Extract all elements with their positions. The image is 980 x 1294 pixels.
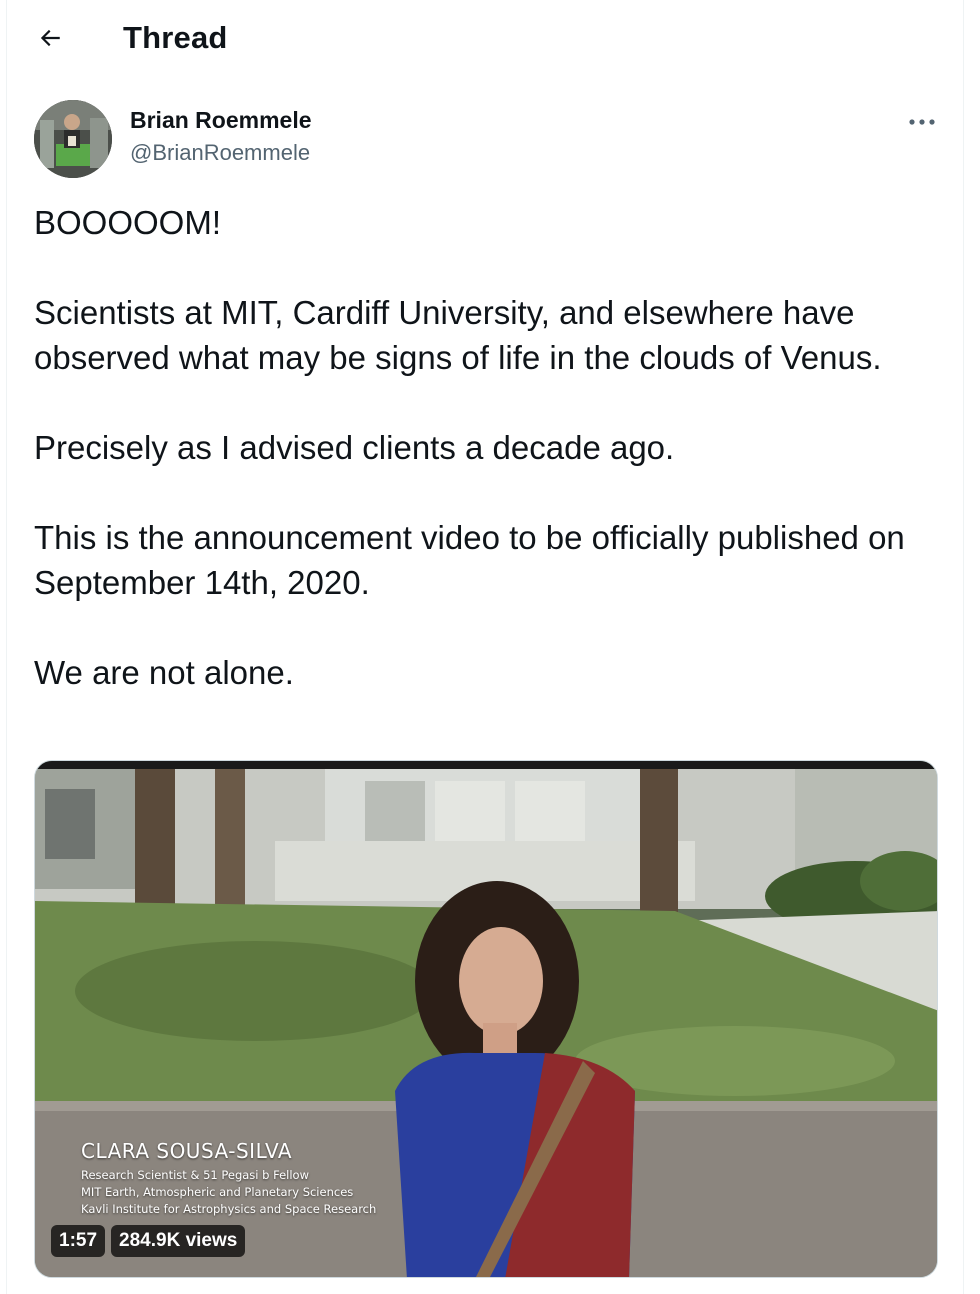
tweet-paragraph: BOOOOOM! xyxy=(34,204,222,241)
video-duration-badge: 1:57 xyxy=(51,1225,106,1257)
lower-third-name: CLARA SOUSA-SILVA xyxy=(81,1139,293,1163)
video-views-badge: 284.9K views xyxy=(111,1225,246,1257)
tweet-paragraph: Precisely as I advised clients a decade … xyxy=(34,429,675,466)
tweet-paragraph: This is the announcement video to be off… xyxy=(34,519,905,601)
more-horizontal-icon xyxy=(909,119,935,125)
author-name[interactable]: Brian Roemmele xyxy=(130,107,312,134)
page-title: Thread xyxy=(123,20,228,55)
video-badges: 1:57 284.9K views xyxy=(51,1225,246,1257)
tweet-text: BOOOOOM! Scientists at MIT, Cardiff Univ… xyxy=(34,200,944,695)
lower-third-line: Research Scientist & 51 Pegasi b Fellow xyxy=(81,1168,309,1182)
video-lower-third: CLARA SOUSA-SILVA Research Scientist & 5… xyxy=(81,1139,376,1218)
arrow-left-icon xyxy=(40,29,60,47)
tweet-paragraph: Scientists at MIT, Cardiff University, a… xyxy=(34,294,882,376)
lower-third-line: Kavli Institute for Astrophysics and Spa… xyxy=(81,1202,377,1216)
back-button[interactable] xyxy=(28,16,72,60)
lower-third-line: MIT Earth, Atmospheric and Planetary Sci… xyxy=(81,1185,354,1199)
more-button[interactable] xyxy=(900,106,944,138)
avatar[interactable] xyxy=(34,100,112,178)
author-handle[interactable]: @BrianRoemmele xyxy=(130,140,310,166)
video-player[interactable]: CLARA SOUSA-SILVA Research Scientist & 5… xyxy=(34,760,938,1278)
avatar-image xyxy=(34,100,112,178)
thread-header: Thread xyxy=(0,0,980,78)
tweet-paragraph: We are not alone. xyxy=(34,654,294,691)
